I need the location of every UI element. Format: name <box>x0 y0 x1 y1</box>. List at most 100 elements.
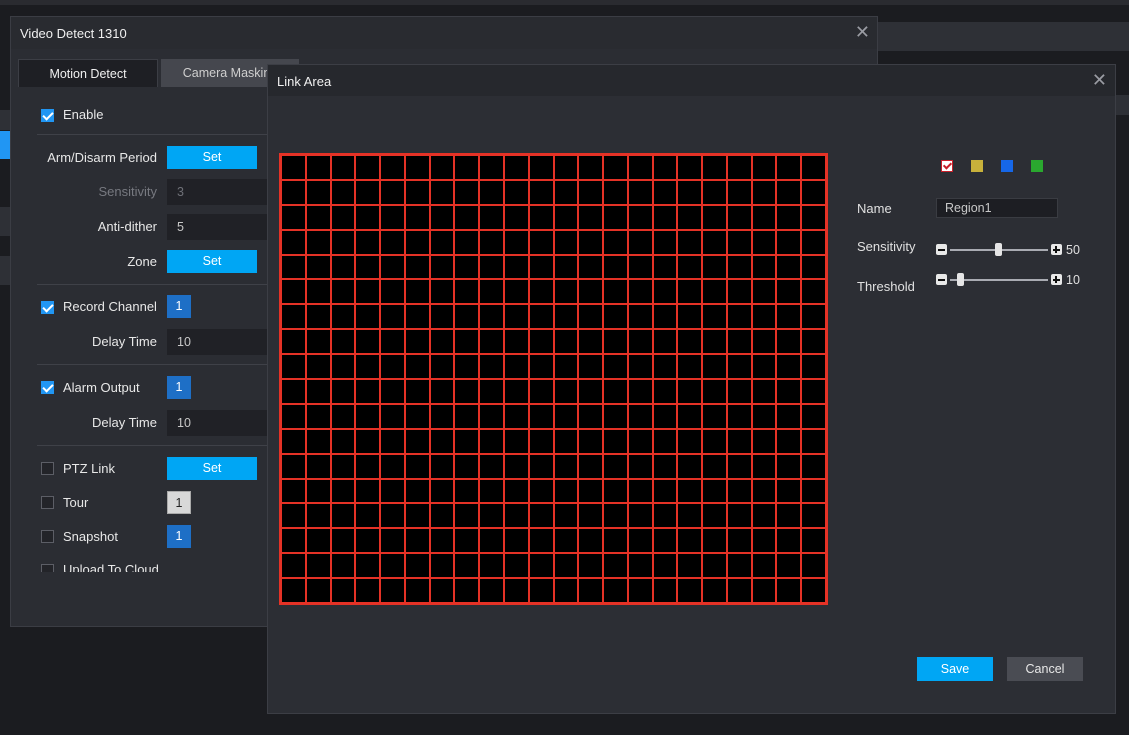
grid-cell[interactable] <box>479 478 504 504</box>
grid-cell[interactable] <box>528 428 554 454</box>
grid-cell[interactable] <box>801 155 826 180</box>
grid-cell[interactable] <box>627 403 653 429</box>
grid-cell[interactable] <box>603 254 628 280</box>
grid-cell[interactable] <box>429 578 455 603</box>
grid-cell[interactable] <box>355 179 381 205</box>
grid-cell[interactable] <box>404 428 430 454</box>
grid-cell[interactable] <box>627 304 653 330</box>
grid-cell[interactable] <box>776 155 802 180</box>
grid-cell[interactable] <box>355 354 381 379</box>
grid-cell[interactable] <box>776 379 802 404</box>
grid-cell[interactable] <box>429 279 455 305</box>
grid-cell[interactable] <box>776 354 802 379</box>
grid-cell[interactable] <box>578 503 604 529</box>
grid-cell[interactable] <box>281 304 306 330</box>
grid-cell[interactable] <box>751 528 777 554</box>
grid-cell[interactable] <box>652 354 678 379</box>
grid-cell[interactable] <box>330 379 356 404</box>
grid-cell[interactable] <box>578 453 604 479</box>
grid-cell[interactable] <box>652 179 678 205</box>
grid-cell[interactable] <box>454 528 480 554</box>
grid-cell[interactable] <box>305 453 331 479</box>
grid-cell[interactable] <box>652 279 678 305</box>
grid-cell[interactable] <box>677 503 703 529</box>
grid-cell[interactable] <box>801 453 826 479</box>
grid-cell[interactable] <box>429 304 455 330</box>
grid-cell[interactable] <box>801 229 826 255</box>
grid-cell[interactable] <box>479 155 504 180</box>
grid-cell[interactable] <box>603 304 628 330</box>
grid-cell[interactable] <box>603 354 628 379</box>
grid-cell[interactable] <box>627 229 653 255</box>
grid-cell[interactable] <box>702 379 727 404</box>
grid-cell[interactable] <box>776 453 802 479</box>
ptz-link-set-button[interactable]: Set <box>167 457 257 480</box>
grid-cell[interactable] <box>702 155 727 180</box>
grid-cell[interactable] <box>578 279 604 305</box>
grid-cell[interactable] <box>627 179 653 205</box>
grid-cell[interactable] <box>281 553 306 579</box>
grid-cell[interactable] <box>330 304 356 330</box>
grid-cell[interactable] <box>454 254 480 280</box>
grid-cell[interactable] <box>578 229 604 255</box>
grid-cell[interactable] <box>380 453 405 479</box>
grid-cell[interactable] <box>776 578 802 603</box>
grid-cell[interactable] <box>627 428 653 454</box>
grid-cell[interactable] <box>380 279 405 305</box>
grid-cell[interactable] <box>553 528 579 554</box>
grid-cell[interactable] <box>627 379 653 404</box>
grid-cell[interactable] <box>454 155 480 180</box>
grid-cell[interactable] <box>454 379 480 404</box>
grid-cell[interactable] <box>528 155 554 180</box>
grid-cell[interactable] <box>281 578 306 603</box>
threshold-slider[interactable] <box>936 273 1062 287</box>
grid-cell[interactable] <box>305 279 331 305</box>
grid-cell[interactable] <box>702 478 727 504</box>
plus-icon[interactable] <box>1051 244 1062 255</box>
grid-cell[interactable] <box>528 304 554 330</box>
grid-cell[interactable] <box>627 553 653 579</box>
grid-cell[interactable] <box>528 403 554 429</box>
grid-cell[interactable] <box>380 478 405 504</box>
grid-cell[interactable] <box>801 503 826 529</box>
plus-icon[interactable] <box>1051 274 1062 285</box>
grid-cell[interactable] <box>603 155 628 180</box>
grid-cell[interactable] <box>380 503 405 529</box>
grid-cell[interactable] <box>380 304 405 330</box>
grid-cell[interactable] <box>305 379 331 404</box>
grid-cell[interactable] <box>330 155 356 180</box>
grid-cell[interactable] <box>702 354 727 379</box>
grid-cell[interactable] <box>503 254 529 280</box>
grid-cell[interactable] <box>380 329 405 355</box>
grid-cell[interactable] <box>702 304 727 330</box>
grid-cell[interactable] <box>652 528 678 554</box>
grid-cell[interactable] <box>553 229 579 255</box>
grid-cell[interactable] <box>528 204 554 230</box>
grid-cell[interactable] <box>479 179 504 205</box>
grid-cell[interactable] <box>776 179 802 205</box>
grid-cell[interactable] <box>702 403 727 429</box>
grid-cell[interactable] <box>627 329 653 355</box>
grid-cell[interactable] <box>454 403 480 429</box>
grid-cell[interactable] <box>578 379 604 404</box>
grid-cell[interactable] <box>380 204 405 230</box>
grid-cell[interactable] <box>677 279 703 305</box>
grid-cell[interactable] <box>404 304 430 330</box>
grid-cell[interactable] <box>801 279 826 305</box>
grid-cell[interactable] <box>652 204 678 230</box>
grid-cell[interactable] <box>702 179 727 205</box>
grid-cell[interactable] <box>330 254 356 280</box>
grid-cell[interactable] <box>429 428 455 454</box>
grid-cell[interactable] <box>801 329 826 355</box>
grid-cell[interactable] <box>677 478 703 504</box>
grid-cell[interactable] <box>330 354 356 379</box>
record-channel-checkbox[interactable] <box>41 301 54 314</box>
grid-cell[interactable] <box>677 528 703 554</box>
alarm-output-badge[interactable]: 1 <box>167 376 191 399</box>
grid-cell[interactable] <box>726 304 752 330</box>
grid-cell[interactable] <box>281 478 306 504</box>
snapshot-badge[interactable]: 1 <box>167 525 191 548</box>
grid-cell[interactable] <box>553 204 579 230</box>
grid-cell[interactable] <box>801 578 826 603</box>
grid-cell[interactable] <box>751 578 777 603</box>
